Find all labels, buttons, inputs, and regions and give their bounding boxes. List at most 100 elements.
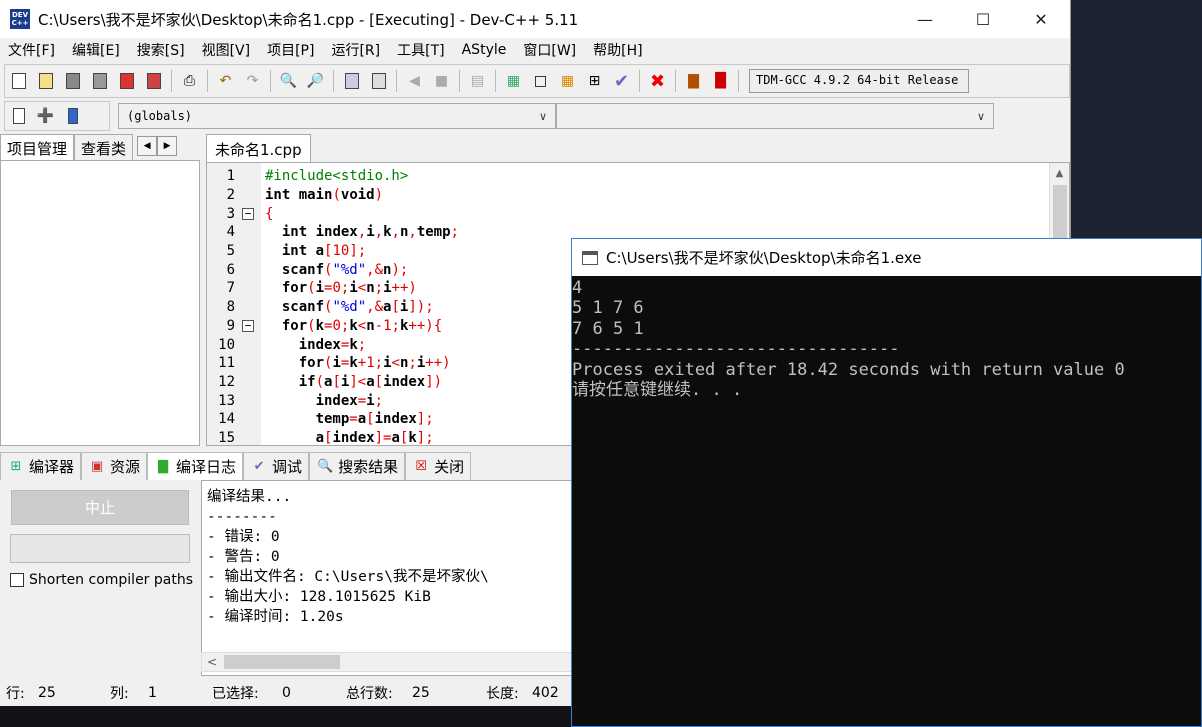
code-text: temp=a[index]; — [315, 411, 434, 428]
new-file-icon[interactable] — [6, 69, 31, 94]
app-icon-text: DEV C++ — [11, 11, 29, 27]
maximize-icon[interactable]: ☐ — [954, 0, 1012, 38]
log-horizontal-scrollbar[interactable]: < — [201, 652, 581, 672]
find-icon[interactable]: 🔍 — [276, 69, 301, 94]
tab-debug[interactable]: ✔ 调试 — [243, 452, 310, 480]
compiler-select[interactable]: TDM-GCC 4.9.2 64-bit Release — [749, 69, 969, 93]
replace-icon[interactable]: 🔎 — [303, 69, 328, 94]
menu-view[interactable]: 视图[V] — [202, 40, 251, 60]
title-bar[interactable]: DEV C++ C:\Users\我不是坏家伙\Desktop\未命名1.cpp… — [0, 0, 1070, 38]
tab-file[interactable]: 未命名1.cpp — [206, 134, 311, 162]
tab-compile-log[interactable]: ▇ 编译日志 — [147, 452, 244, 480]
checkbox-box[interactable] — [10, 573, 24, 587]
compile-icon[interactable]: ▦ — [501, 69, 526, 94]
collapse-icon[interactable]: − — [242, 319, 254, 332]
line-number: 15 — [218, 429, 235, 446]
tab-search-results[interactable]: 🔍 搜索结果 — [309, 452, 406, 480]
save-all-icon[interactable] — [87, 69, 112, 94]
shorten-paths-checkbox[interactable]: Shorten compiler paths — [10, 572, 193, 588]
close-icon[interactable]: ✕ — [1012, 0, 1070, 38]
menu-run[interactable]: 运行[R] — [331, 40, 380, 60]
comment-icon[interactable]: ▤ — [465, 69, 490, 94]
line-number: 1 — [226, 168, 235, 185]
close-file-icon[interactable] — [114, 69, 139, 94]
scrollbar-thumb[interactable] — [224, 655, 340, 669]
menu-file[interactable]: 文件[F] — [8, 40, 55, 60]
tab-class-browser[interactable]: 查看类 — [74, 134, 134, 160]
line-number: 13 — [218, 392, 235, 409]
symbol-combo[interactable]: ∨ — [556, 103, 994, 129]
add-to-project-icon[interactable]: ➕ — [33, 104, 58, 129]
menu-edit[interactable]: 编辑[E] — [72, 40, 120, 60]
undo-icon[interactable]: ↶ — [213, 69, 238, 94]
compile-run-icon[interactable]: ▦ — [555, 69, 580, 94]
code-text: for(i=k+1;i<n;i++) — [298, 355, 451, 372]
panel-tab-nav: ◀ ▶ — [137, 136, 178, 160]
goto-line-icon[interactable] — [339, 69, 364, 94]
code-text: #include<stdio.h> — [265, 168, 409, 185]
menu-search[interactable]: 搜索[S] — [137, 40, 185, 60]
unindent-icon[interactable]: ■ — [429, 69, 454, 94]
status-sel-value: 0 — [282, 685, 291, 701]
menu-help[interactable]: 帮助[H] — [593, 40, 642, 60]
console-line: 7 6 5 1 — [572, 318, 644, 339]
scrollbar-thumb[interactable] — [1053, 185, 1067, 245]
syntax-check-icon[interactable]: ✔ — [609, 69, 634, 94]
code-line[interactable]: 3−{ — [207, 204, 1069, 223]
tab-resources[interactable]: ▣ 资源 — [81, 452, 148, 480]
code-text: index=k; — [298, 336, 367, 353]
status-sel-label: 已选择: — [212, 686, 259, 702]
delete-profile-icon[interactable]: █ — [708, 69, 733, 94]
rebuild-icon[interactable]: ⊞ — [582, 69, 607, 94]
console-window[interactable]: C:\Users\我不是坏家伙\Desktop\未命名1.exe 4 5 1 7… — [571, 238, 1202, 727]
scroll-left-icon[interactable]: < — [202, 655, 222, 669]
scroll-up-icon[interactable]: ▲ — [1050, 163, 1069, 183]
stop-icon[interactable]: ✖ — [645, 69, 670, 94]
tab-compiler[interactable]: ⊞ 编译器 — [0, 452, 82, 480]
abort-button[interactable]: 中止 — [11, 490, 189, 525]
fold-marker[interactable]: − — [235, 319, 261, 332]
menu-astyle[interactable]: AStyle — [462, 42, 507, 58]
profile-icon[interactable]: ▇ — [681, 69, 706, 94]
console-title-bar[interactable]: C:\Users\我不是坏家伙\Desktop\未命名1.exe — [572, 239, 1201, 276]
indent-icon[interactable]: ◀ — [402, 69, 427, 94]
line-number: 6 — [226, 261, 235, 278]
tab-project-manager[interactable]: 项目管理 — [0, 134, 75, 160]
line-number: 4 — [226, 224, 235, 241]
close-all-icon[interactable] — [141, 69, 166, 94]
code-line[interactable]: 2 int main(void) — [207, 186, 1069, 205]
line-number: 3 — [226, 205, 235, 222]
log-line: - 警告: 0 — [207, 549, 280, 565]
code-line[interactable]: 1 #include<stdio.h> — [207, 167, 1069, 186]
chevron-down-icon: ∨ — [538, 109, 547, 123]
console-output[interactable]: 4 5 1 7 6 7 6 5 1 ----------------------… — [572, 276, 1201, 400]
menu-window[interactable]: 窗口[W] — [523, 40, 576, 60]
chevron-left-icon[interactable]: ◀ — [137, 136, 158, 156]
new-project-icon[interactable] — [6, 104, 31, 129]
status-len-label: 长度: — [486, 686, 519, 702]
log-line: - 编译时间: 1.20s — [207, 609, 344, 625]
collapse-icon[interactable]: − — [242, 207, 254, 220]
redo-icon[interactable]: ↷ — [240, 69, 265, 94]
toggle-bookmark-icon[interactable] — [366, 69, 391, 94]
fold-marker[interactable]: − — [235, 207, 261, 220]
status-col-value: 1 — [148, 685, 157, 701]
tab-close[interactable]: ☒ 关闭 — [405, 452, 472, 480]
chevron-right-icon[interactable]: ▶ — [157, 136, 178, 156]
scope-combo[interactable]: (globals) ∨ — [118, 103, 556, 129]
print-icon[interactable]: ⎙ — [177, 69, 202, 94]
menu-tools[interactable]: 工具[T] — [397, 40, 444, 60]
check-icon: ✔ — [253, 459, 265, 474]
compile-log[interactable]: 编译结果... -------- - 错误: 0 - 警告: 0 - 输出文件名… — [201, 480, 581, 676]
project-tree[interactable] — [0, 160, 200, 446]
open-file-icon[interactable] — [33, 69, 58, 94]
log-line: -------- — [207, 509, 277, 525]
minimize-icon[interactable]: — — [896, 0, 954, 38]
line-number: 5 — [226, 243, 235, 260]
run-icon[interactable]: □ — [528, 69, 553, 94]
console-line: 请按任意键继续. . . — [572, 379, 743, 400]
menu-project[interactable]: 项目[P] — [267, 40, 314, 60]
save-icon[interactable] — [60, 69, 85, 94]
remove-from-project-icon[interactable] — [60, 104, 85, 129]
shorten-paths-label: Shorten compiler paths — [29, 572, 194, 588]
